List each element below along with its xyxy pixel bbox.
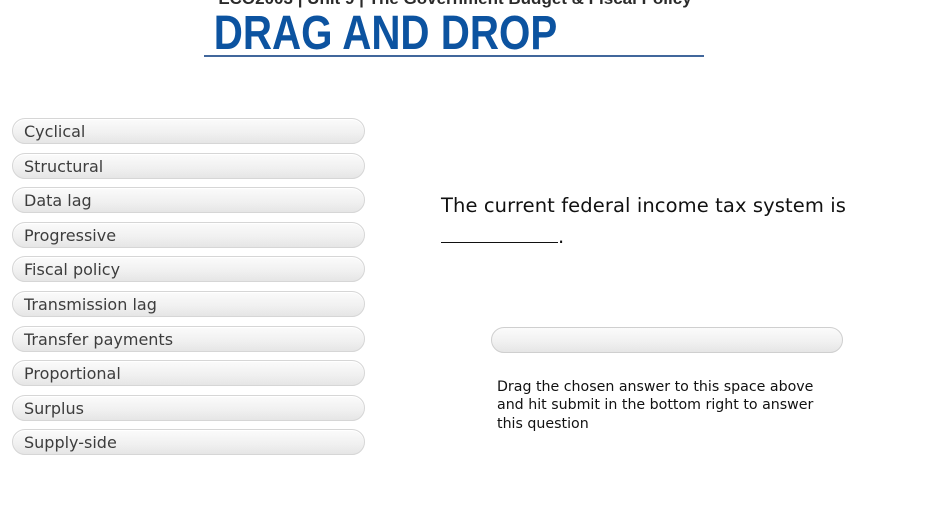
page-title-container: DRAG AND DROP [204,8,704,60]
answer-option-supply-side[interactable]: Supply-side [12,429,365,456]
page-title: DRAG AND DROP [213,7,558,60]
answer-option-surplus[interactable]: Surplus [12,394,365,421]
title-underline-divider [204,55,704,57]
question-prompt: The current federal income tax system is… [441,190,881,252]
answer-option-proportional[interactable]: Proportional [12,360,365,387]
answer-option-cyclical[interactable]: Cyclical [12,118,365,144]
answer-option-progressive[interactable]: Progressive [12,221,365,248]
question-end-punctuation: . [558,225,565,248]
answer-option-transfer-payments[interactable]: Transfer payments [12,325,365,352]
drag-instructions: Drag the chosen answer to this space abo… [497,379,814,432]
answer-blank [441,224,558,243]
answer-option-transmission-lag[interactable]: Transmission lag [12,290,365,317]
answer-option-structural[interactable]: Structural [12,152,365,179]
answer-drop-zone[interactable] [491,327,843,353]
answer-option-fiscal-policy[interactable]: Fiscal policy [12,256,365,283]
question-text: The current federal income tax system is [441,194,847,217]
answer-options-list: Cyclical Structural Data lag Progressive… [12,118,365,456]
answer-option-data-lag[interactable]: Data lag [12,187,365,214]
